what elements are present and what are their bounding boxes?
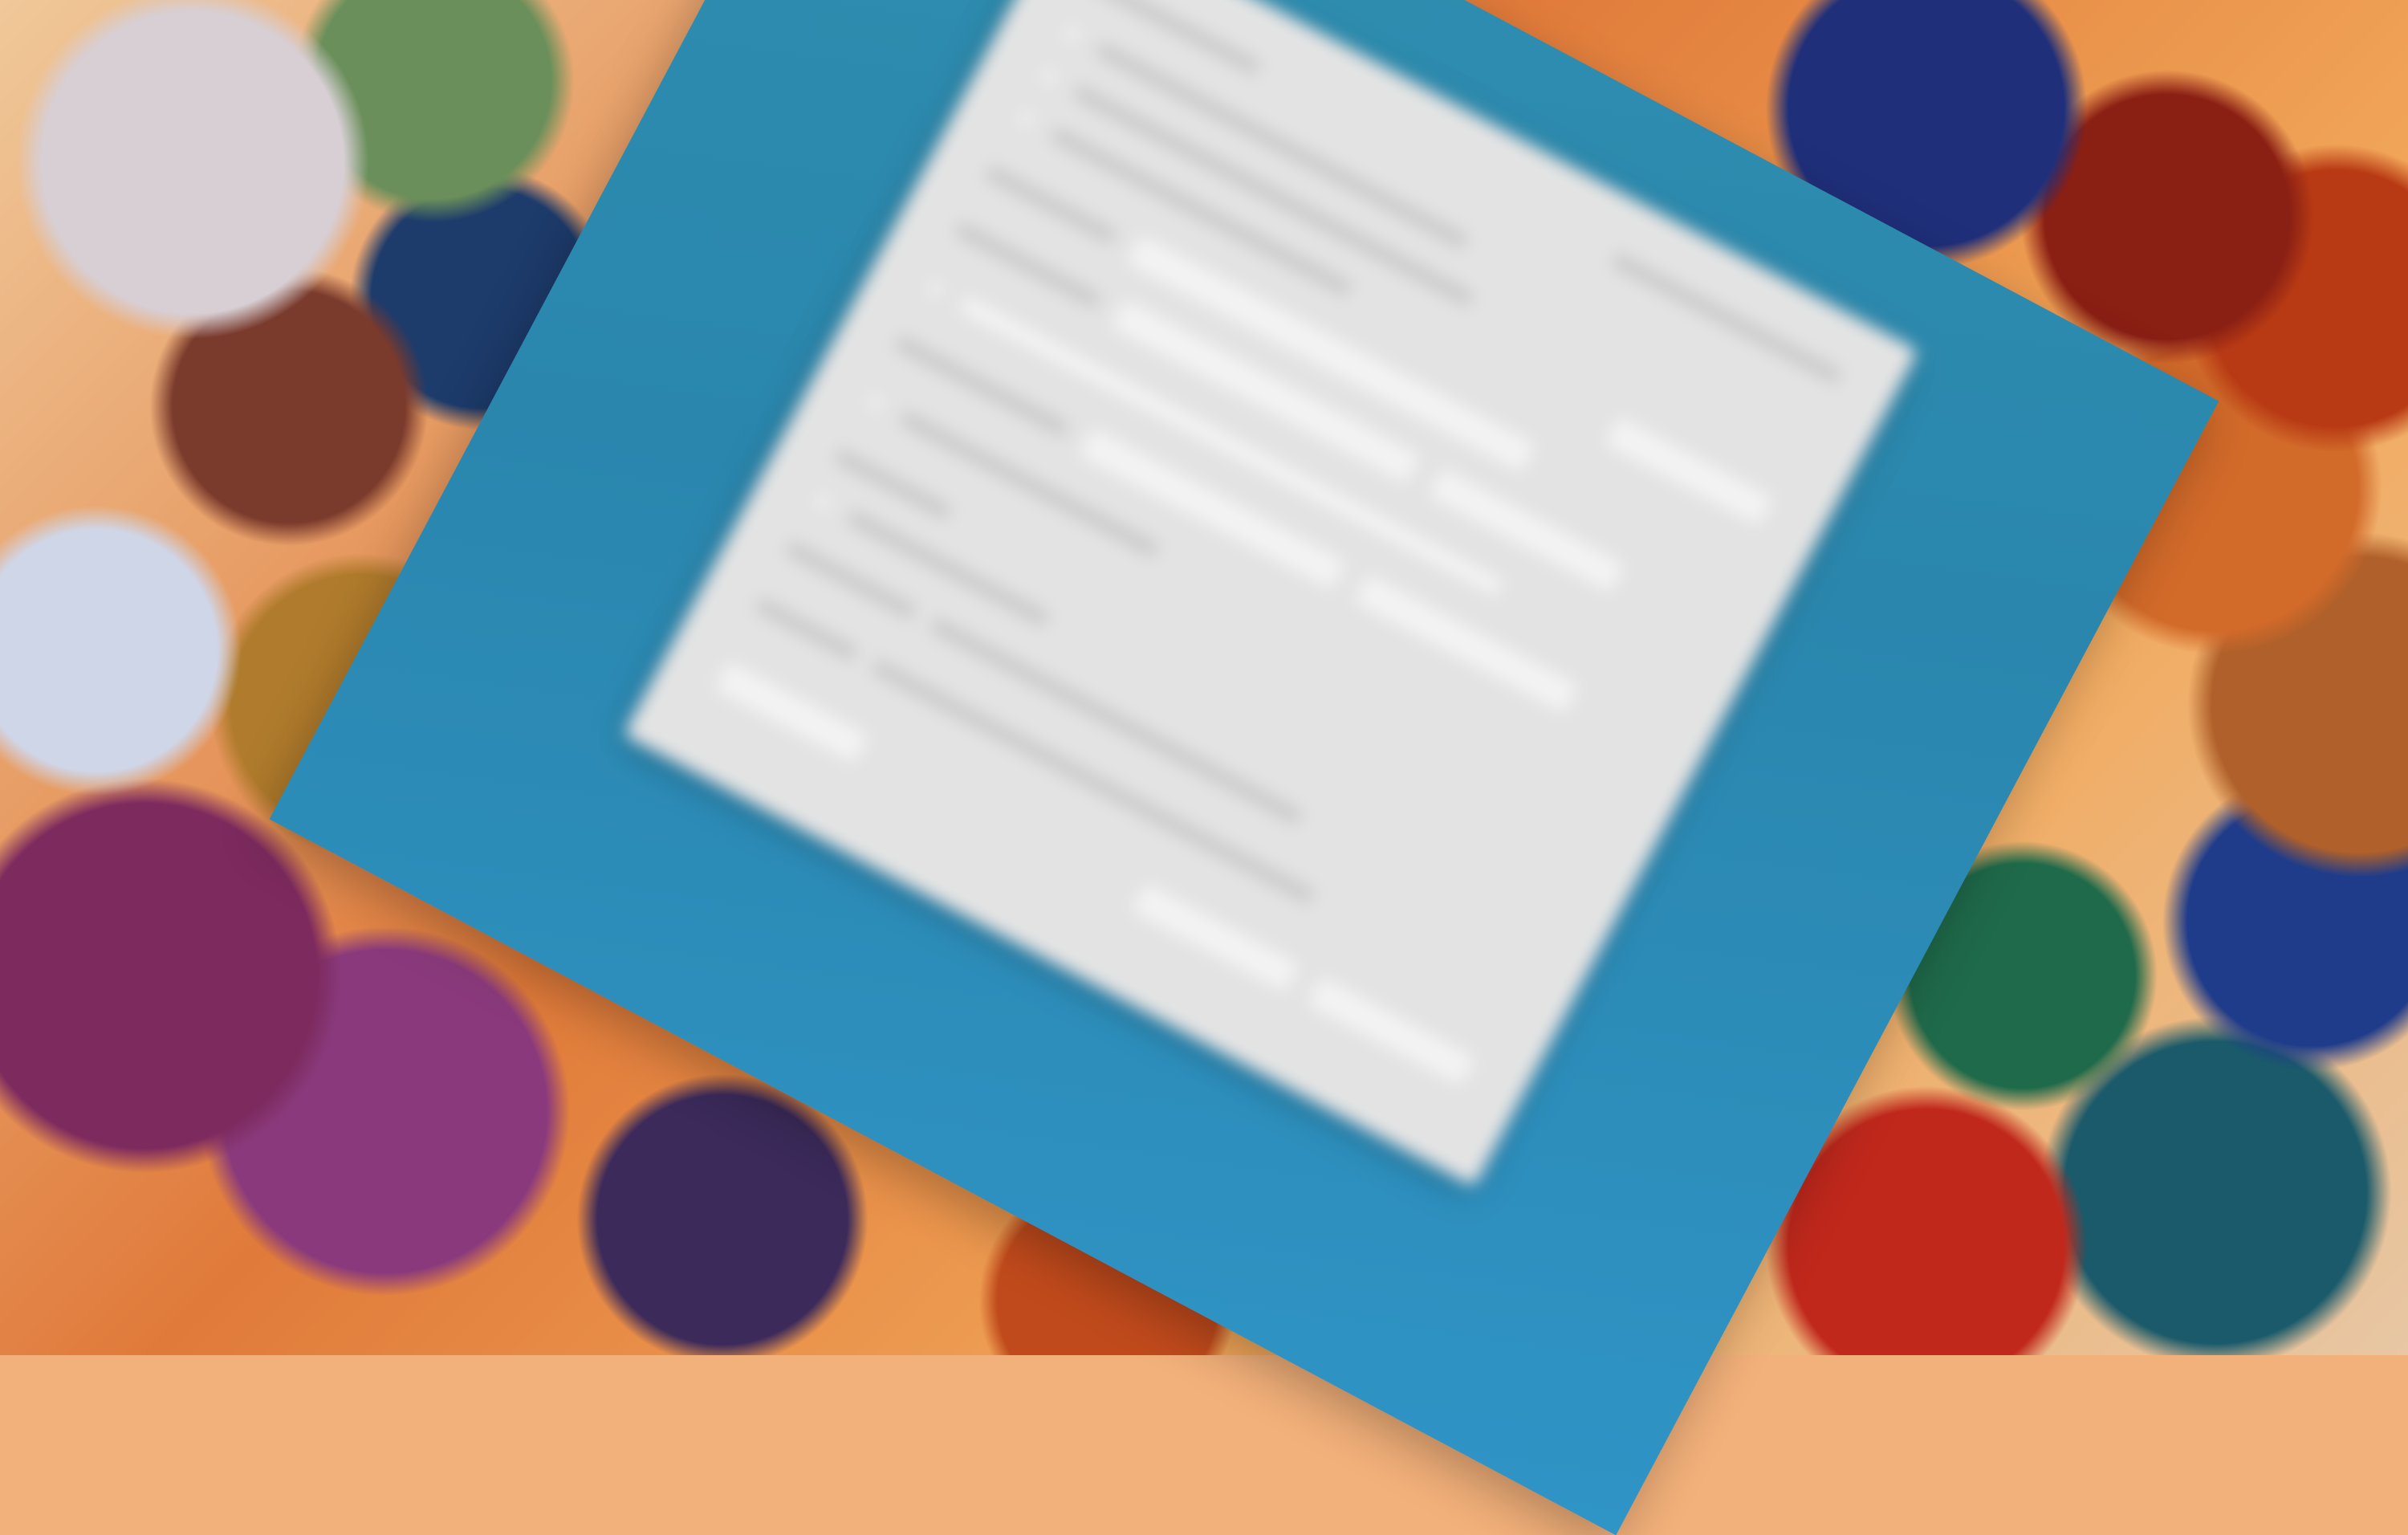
checkbox (921, 275, 950, 303)
checkbox (808, 487, 837, 516)
dialog-row (1056, 17, 1820, 441)
dialog-line (898, 409, 1161, 559)
dialog-line (983, 164, 1118, 245)
dialog-line (753, 596, 860, 662)
checkbox (861, 388, 890, 417)
dialog-button (1303, 972, 1479, 1090)
tilted-panel (269, 0, 2219, 1535)
blurred-dialog (623, 0, 1919, 1187)
dialog-line (1072, 83, 1476, 308)
checkbox (1011, 104, 1041, 133)
dialog-button (710, 658, 873, 768)
checkbox (1057, 19, 1086, 48)
dialog-button (1127, 879, 1304, 996)
checkbox (1035, 62, 1064, 91)
dialog-field (1349, 570, 1583, 718)
stage (0, 0, 2408, 1535)
dialog-line (1609, 251, 1844, 385)
